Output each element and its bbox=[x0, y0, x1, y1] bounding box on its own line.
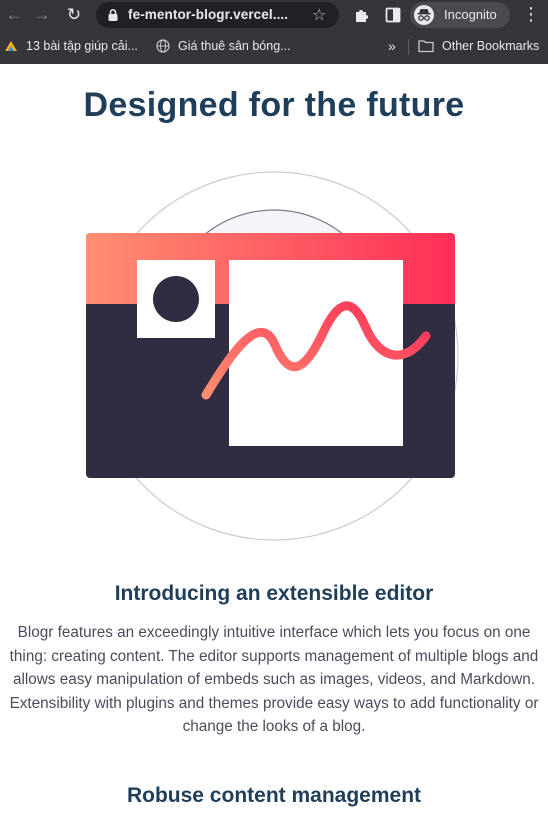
incognito-icon bbox=[414, 5, 434, 25]
incognito-label: Incognito bbox=[444, 7, 497, 22]
bookmark-favicon-icon bbox=[5, 41, 17, 51]
section-heading: Introducing an extensible editor bbox=[114, 582, 434, 605]
section-body: Blogr features an exceedingly intuitive … bbox=[9, 624, 539, 735]
arrow-right-icon: → bbox=[33, 5, 51, 24]
reload-button[interactable]: ↻ bbox=[64, 5, 84, 25]
bookmark-item[interactable]: Giá thuê sân bóng... bbox=[156, 37, 291, 55]
avatar-dot bbox=[153, 276, 199, 322]
lock-icon bbox=[108, 8, 118, 21]
forward-button[interactable]: → bbox=[32, 5, 52, 25]
bookmark-label: 13 bài tập giúp cải... bbox=[26, 39, 138, 53]
browser-toolbar: ← → ↻ fe-mentor-blogr.vercel.... ☆ Incog… bbox=[0, 0, 548, 30]
other-bookmarks-label: Other Bookmarks bbox=[442, 39, 540, 53]
incognito-profile-button[interactable]: Incognito bbox=[410, 2, 510, 28]
url-text: fe-mentor-blogr.vercel.... bbox=[128, 7, 289, 22]
section-heading: Robuse content management bbox=[126, 784, 422, 807]
globe-icon bbox=[156, 39, 170, 53]
page-title: Designed for the future bbox=[83, 86, 465, 124]
bookmarks-divider bbox=[408, 39, 409, 55]
overflow-chevron-icon: » bbox=[388, 38, 396, 54]
back-button[interactable]: ← bbox=[4, 5, 24, 25]
puzzle-icon[interactable] bbox=[353, 6, 371, 24]
bookmarks-overflow-button[interactable]: » bbox=[388, 37, 396, 55]
other-bookmarks-button[interactable]: Other Bookmarks bbox=[418, 37, 539, 55]
reload-icon: ↻ bbox=[66, 5, 82, 24]
star-icon[interactable]: ☆ bbox=[312, 5, 326, 25]
bookmark-item[interactable]: 13 bài tập giúp cải... bbox=[4, 37, 138, 55]
side-panel-icon[interactable] bbox=[384, 6, 402, 24]
folder-icon bbox=[418, 40, 434, 53]
editor-window bbox=[86, 233, 455, 478]
browser-chrome: ← → ↻ fe-mentor-blogr.vercel.... ☆ Incog… bbox=[0, 0, 548, 64]
bookmarks-bar: 13 bài tập giúp cải... Giá thuê sân bóng… bbox=[0, 32, 548, 60]
arrow-left-icon: ← bbox=[5, 5, 23, 24]
editor-illustration bbox=[84, 166, 464, 546]
bookmark-label: Giá thuê sân bóng... bbox=[178, 39, 291, 53]
kebab-menu-icon[interactable]: ⋮ bbox=[522, 4, 540, 24]
address-bar[interactable]: fe-mentor-blogr.vercel.... ☆ bbox=[96, 2, 339, 28]
